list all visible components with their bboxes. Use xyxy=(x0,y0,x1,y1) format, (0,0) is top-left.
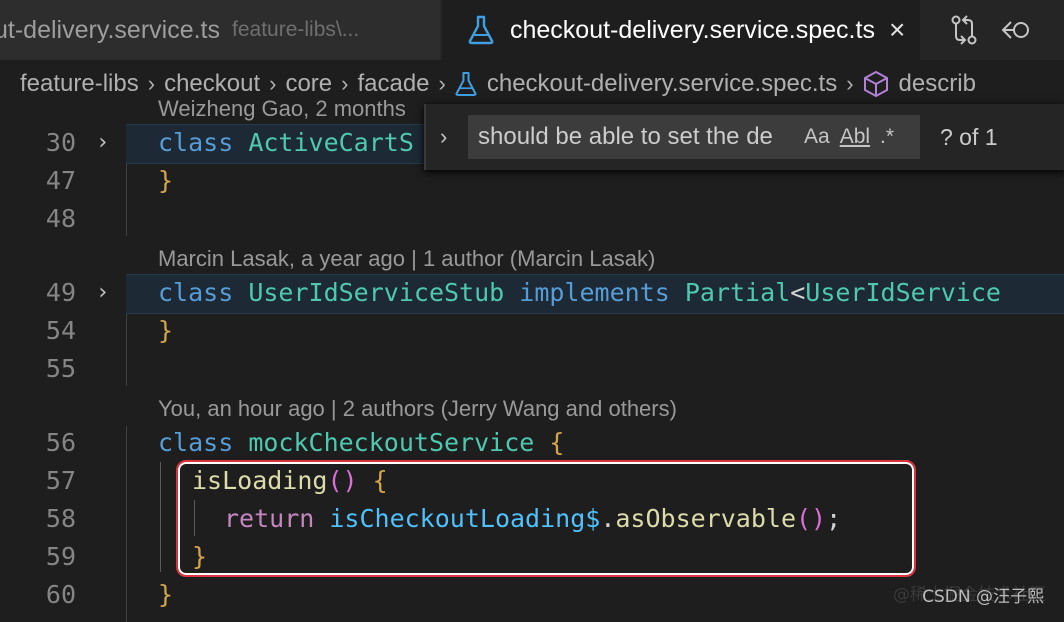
line-number: 55 xyxy=(45,354,76,383)
watermark: CSDN @汪子熙 xyxy=(922,587,1044,607)
line-number: 57 xyxy=(45,466,76,495)
git-compare-icon[interactable] xyxy=(944,10,984,50)
code-line: } xyxy=(158,316,174,345)
tab-label: ut-delivery.service.ts xyxy=(0,15,220,44)
match-whole-word-icon[interactable]: Abl xyxy=(840,125,870,149)
find-widget: › should be able to set the de Aa Abl .*… xyxy=(424,104,1064,170)
tab-label: checkout-delivery.service.spec.ts xyxy=(510,15,875,44)
line-number: 58 xyxy=(45,504,76,533)
code-line: } xyxy=(158,166,174,195)
breadcrumb-feature-libs[interactable]: feature-libs xyxy=(20,70,139,98)
chevron-right-icon[interactable]: › xyxy=(96,130,109,155)
breadcrumb-checkout[interactable]: checkout xyxy=(164,70,260,98)
chevron-right-icon: › xyxy=(341,71,349,96)
line-number: 59 xyxy=(45,542,76,571)
find-input[interactable]: should be able to set the de Aa Abl .* xyxy=(468,115,920,159)
line-number: 56 xyxy=(45,428,76,457)
indent-guide xyxy=(160,462,161,572)
indent-guide xyxy=(126,426,127,622)
indent-guide xyxy=(126,164,127,236)
line-number: 47 xyxy=(45,166,76,195)
line-number: 49 xyxy=(45,278,76,307)
tab-checkout-delivery-service[interactable]: ut-delivery.service.ts feature-libs\... xyxy=(0,0,440,60)
tab-path: feature-libs\... xyxy=(232,18,360,41)
chevron-right-icon[interactable]: › xyxy=(96,280,109,305)
close-icon[interactable]: × xyxy=(889,14,905,46)
tab-checkout-delivery-spec[interactable]: checkout-delivery.service.spec.ts × xyxy=(442,0,920,60)
tab-bar: ut-delivery.service.ts feature-libs\... … xyxy=(0,0,1064,60)
codelens-author[interactable]: You, an hour ago | 2 authors (Jerry Wang… xyxy=(158,396,677,422)
chevron-right-icon: › xyxy=(269,71,277,96)
breadcrumb-symbol[interactable]: describ xyxy=(899,70,976,98)
line-number: 30 xyxy=(45,128,76,157)
highlight-annotation-box xyxy=(176,460,916,577)
find-input-text: should be able to set the de xyxy=(478,123,773,150)
codelens-author[interactable]: Marcin Lasak, a year ago | 1 author (Mar… xyxy=(158,246,655,272)
code-editor[interactable]: Weizheng Gao, 2 months 30 › class Active… xyxy=(0,96,1064,622)
code-line: } xyxy=(158,580,174,609)
breadcrumb-core[interactable]: core xyxy=(285,70,332,98)
chevron-right-icon: › xyxy=(846,71,854,96)
toggle-replace-chevron-icon[interactable]: › xyxy=(440,124,462,150)
breadcrumb-file[interactable]: checkout-delivery.service.spec.ts xyxy=(487,70,837,98)
editor-actions xyxy=(930,0,1038,60)
flask-icon xyxy=(468,15,494,45)
code-line: class mockCheckoutService { xyxy=(158,428,565,457)
line-number: 54 xyxy=(45,316,76,345)
line-number: 48 xyxy=(45,204,76,233)
code-line: class UserIdServiceStub implements Parti… xyxy=(158,278,1001,307)
breadcrumb-facade[interactable]: facade xyxy=(357,70,429,98)
match-case-icon[interactable]: Aa xyxy=(804,125,830,149)
line-number: 60 xyxy=(45,580,76,609)
code-line: class ActiveCartS xyxy=(158,128,414,157)
symbol-method-icon xyxy=(863,70,888,98)
indent-guide xyxy=(126,314,127,386)
chevron-right-icon: › xyxy=(147,71,156,96)
flask-icon xyxy=(455,71,477,97)
match-count: ? of 1 xyxy=(940,123,998,150)
codelens-author[interactable]: Weizheng Gao, 2 months xyxy=(158,96,406,122)
chevron-right-icon: › xyxy=(438,71,446,96)
regex-icon[interactable]: .* xyxy=(880,125,894,149)
go-back-icon[interactable] xyxy=(998,10,1038,50)
